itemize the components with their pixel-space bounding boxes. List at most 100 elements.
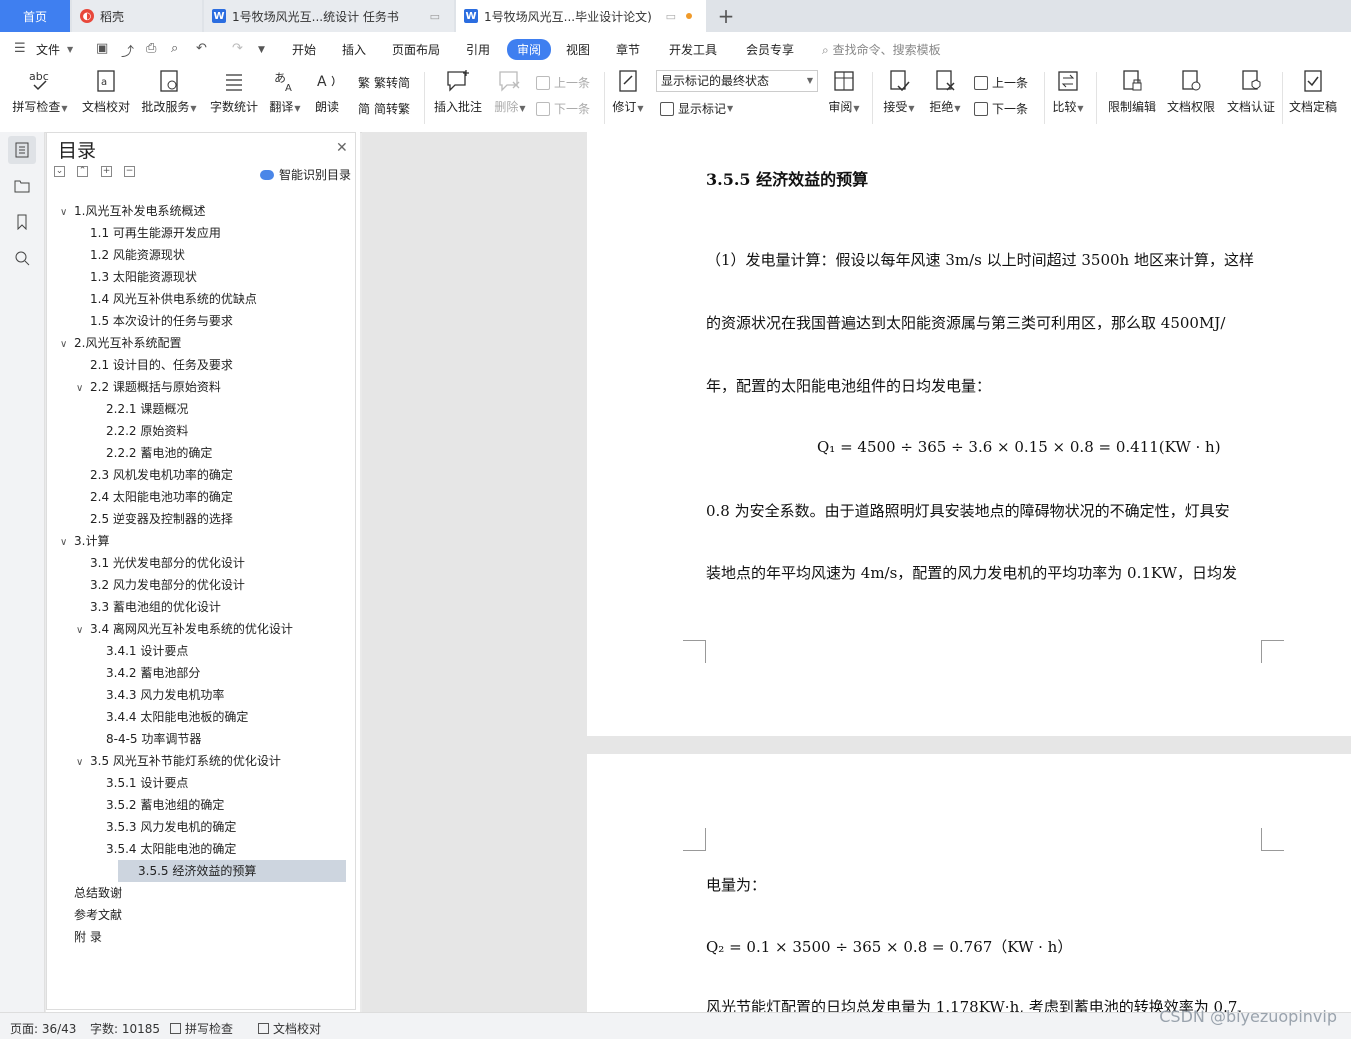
new-tab-plus-icon[interactable]: +	[714, 4, 738, 28]
chevron-down-icon[interactable]: ∨	[76, 620, 90, 642]
toc-item[interactable]: 2.4 太阳能电池功率的确定	[46, 486, 233, 508]
toc-item[interactable]: 3.5.2 蓄电池组的确定	[46, 794, 224, 816]
export-icon[interactable]: ⤴	[121, 41, 134, 60]
read-aloud-button[interactable]: A 朗读	[312, 68, 342, 115]
status-doc-proof[interactable]: 文档校对	[258, 1020, 321, 1037]
reject-button[interactable]: 拒绝▼	[926, 68, 964, 115]
prev-comment-button[interactable]: 上一条	[536, 74, 590, 91]
print-icon[interactable]: ⎙	[146, 41, 156, 56]
chevron-down-icon[interactable]: ∨	[60, 334, 74, 356]
add-heading-icon[interactable]: +	[101, 166, 112, 177]
menu-review[interactable]: 审阅	[507, 39, 552, 60]
tab-thesis-doc[interactable]: W 1号牧场风光互...毕业设计论文) ▭	[456, 0, 706, 32]
toc-item[interactable]: 3.5.3 风力发电机的确定	[46, 816, 236, 838]
chapter-nav-icon[interactable]	[8, 172, 36, 200]
undo-icon[interactable]: ↶	[196, 41, 207, 56]
redo-icon[interactable]: ↷	[232, 41, 243, 56]
menu-developer[interactable]: 开发工具	[669, 41, 717, 58]
translate-button[interactable]: あA 翻译▼	[266, 68, 304, 115]
save-icon[interactable]: ▣	[96, 41, 108, 56]
review-service-button[interactable]: 批改服务▼	[140, 68, 198, 115]
toc-item[interactable]: 2.2.1 课题概况	[46, 398, 188, 420]
toc-item[interactable]: 3.5.4 太阳能电池的确定	[46, 838, 236, 860]
toc-item[interactable]: ∨ 3.计算	[46, 530, 109, 552]
search-icon[interactable]	[8, 244, 36, 272]
restrict-edit-button[interactable]: 限制编辑	[1104, 68, 1160, 115]
page-indicator[interactable]: 页面: 36/43	[10, 1020, 76, 1037]
toc-item[interactable]: 1.5 本次设计的任务与要求	[46, 310, 233, 332]
menu-view[interactable]: 视图	[566, 41, 590, 58]
menu-references[interactable]: 引用	[466, 41, 490, 58]
prev-change-button[interactable]: 上一条	[974, 74, 1028, 91]
toc-item[interactable]: 3.5.1 设计要点	[46, 772, 188, 794]
toc-item[interactable]: 2.5 逆变器及控制器的选择	[46, 508, 233, 530]
toc-item[interactable]: 附 录	[46, 926, 102, 948]
doc-permission-button[interactable]: 文档权限	[1164, 68, 1218, 115]
toc-item[interactable]: 1.1 可再生能源开发应用	[46, 222, 221, 244]
show-markup-button[interactable]: 显示标记 ▼	[660, 100, 733, 117]
toc-item[interactable]: 2.3 风机发电机功率的确定	[46, 464, 233, 486]
print-preview-icon[interactable]: ⌕	[171, 41, 178, 56]
toc-item[interactable]: 1.2 风能资源现状	[46, 244, 185, 266]
tab-docer[interactable]: ◐ 稻壳	[72, 0, 202, 32]
smart-toc-button[interactable]: 智能识别目录	[260, 166, 351, 183]
toc-item[interactable]: 3.5.5 经济效益的预算	[118, 860, 346, 882]
toc-item[interactable]: 1.3 太阳能资源现状	[46, 266, 197, 288]
next-change-button[interactable]: 下一条	[974, 100, 1028, 117]
next-comment-button[interactable]: 下一条	[536, 100, 590, 117]
compare-button[interactable]: 比较▼	[1050, 68, 1086, 115]
menu-page-layout[interactable]: 页面布局	[392, 41, 440, 58]
expand-all-icon[interactable]: ⌃	[77, 166, 88, 177]
chevron-down-icon[interactable]: ∨	[76, 378, 90, 400]
menu-start[interactable]: 开始	[292, 41, 316, 58]
toc-item[interactable]: 2.1 设计目的、任务及要求	[46, 354, 233, 376]
toc-item[interactable]: 参考文献	[46, 904, 122, 926]
toc-item[interactable]: 2.2.2 蓄电池的确定	[46, 442, 212, 464]
tab-task-doc[interactable]: W 1号牧场风光互...统设计 任务书 ▭	[204, 0, 454, 32]
close-icon[interactable]: ✕	[336, 140, 348, 156]
toc-item[interactable]: 3.4.4 太阳能电池板的确定	[46, 706, 248, 728]
to-simplified-button[interactable]: 简简转繁	[358, 100, 410, 117]
to-traditional-button[interactable]: 繁繁转简	[358, 74, 410, 91]
insert-comment-button[interactable]: 插入批注	[432, 68, 484, 115]
collapse-all-icon[interactable]: ⌄	[54, 166, 65, 177]
tab-home[interactable]: 首页	[0, 0, 70, 32]
toc-pane-icon[interactable]	[8, 136, 36, 164]
command-search[interactable]: ⌕ 查找命令、搜索模板	[822, 41, 941, 58]
spell-check-button[interactable]: abc 拼写检查▼	[10, 68, 70, 115]
monitor-icon[interactable]: ▭	[430, 10, 440, 23]
doc-proof-button[interactable]: a 文档校对	[80, 68, 132, 115]
toc-item[interactable]: 3.4.2 蓄电池部分	[46, 662, 200, 684]
remove-heading-icon[interactable]: −	[124, 166, 135, 177]
toc-item[interactable]: ∨ 1.风光互补发电系统概述	[46, 200, 205, 222]
doc-cert-button[interactable]: 文档认证	[1224, 68, 1278, 115]
delete-comment-button[interactable]: 删除▼	[492, 68, 528, 115]
toc-item[interactable]: ∨ 3.4 离网风光互补发电系统的优化设计	[46, 618, 293, 640]
toc-item[interactable]: 1.4 风光互补供电系统的优缺点	[46, 288, 257, 310]
toc-item[interactable]: ∨ 3.5 风光互补节能灯系统的优化设计	[46, 750, 281, 772]
chevron-down-icon[interactable]: ∨	[60, 532, 74, 554]
file-menu[interactable]: 文件	[36, 41, 60, 58]
menu-member[interactable]: 会员专享	[746, 41, 794, 58]
bookmark-icon[interactable]	[8, 208, 36, 236]
customize-dropdown-icon[interactable]: ▼	[258, 45, 265, 55]
toc-item[interactable]: ∨ 2.2 课题概括与原始资料	[46, 376, 221, 398]
toc-item[interactable]: 8-4-5 功率调节器	[46, 728, 201, 750]
status-spell-check[interactable]: 拼写检查	[170, 1020, 233, 1037]
accept-button[interactable]: 接受▼	[880, 68, 918, 115]
menu-insert[interactable]: 插入	[342, 41, 366, 58]
toc-item[interactable]: 2.2.2 原始资料	[46, 420, 188, 442]
toc-item[interactable]: 3.2 风力发电部分的优化设计	[46, 574, 245, 596]
toc-item[interactable]: 总结致谢	[46, 882, 122, 904]
chevron-down-icon[interactable]: ∨	[76, 752, 90, 774]
hamburger-icon[interactable]: ☰	[14, 41, 26, 56]
markup-state-dropdown[interactable]: 显示标记的最终状态 ▼	[656, 70, 818, 92]
toc-item[interactable]: 3.3 蓄电池组的优化设计	[46, 596, 221, 618]
toc-item[interactable]: 3.4.3 风力发电机功率	[46, 684, 224, 706]
review-pane-button[interactable]: 审阅▼	[826, 68, 862, 115]
toc-item[interactable]: ∨ 2.风光互补系统配置	[46, 332, 181, 354]
monitor-icon[interactable]: ▭	[666, 10, 676, 23]
menu-chapter[interactable]: 章节	[616, 41, 640, 58]
word-count-indicator[interactable]: 字数: 10185	[90, 1020, 160, 1037]
doc-finalize-button[interactable]: 文档定稿	[1286, 68, 1340, 115]
